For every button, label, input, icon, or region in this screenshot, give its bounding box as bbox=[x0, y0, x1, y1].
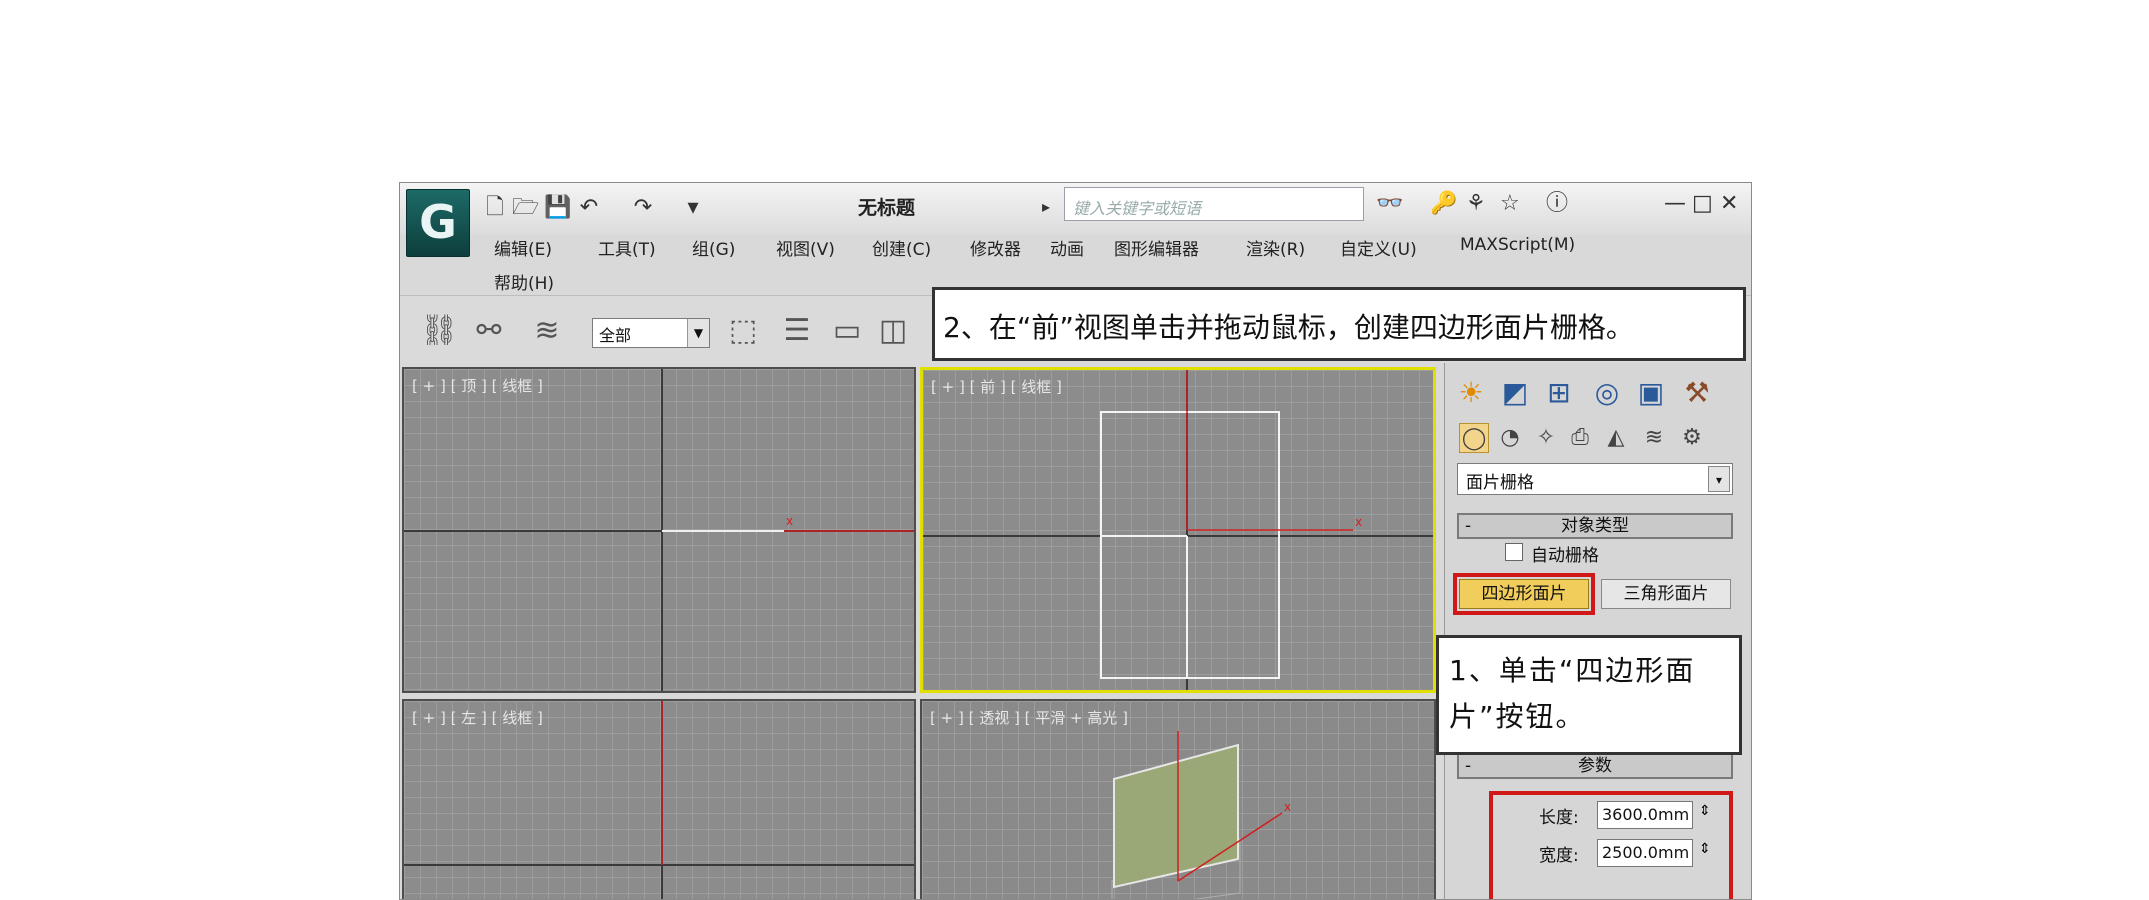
chevron-down-icon[interactable]: ▾ bbox=[1708, 466, 1730, 492]
select-object-icon[interactable]: ⬚ bbox=[722, 310, 764, 352]
modify-tab-icon[interactable]: ◩ bbox=[1495, 373, 1535, 413]
bind-space-warp-icon[interactable]: ≋ bbox=[526, 310, 568, 352]
systems-category-icon[interactable]: ⚙ bbox=[1677, 423, 1707, 453]
spinner-icon[interactable]: ⇕ bbox=[1699, 841, 1711, 857]
favorites-icon[interactable]: ☆ bbox=[1500, 191, 1520, 217]
minimize-button[interactable]: — bbox=[1664, 191, 1686, 217]
link-icon[interactable]: ⛓ bbox=[418, 310, 460, 352]
menu-animation[interactable]: 动画 bbox=[1050, 235, 1084, 260]
redo-icon[interactable]: ↷ bbox=[630, 195, 656, 221]
object-category-value: 面片栅格 bbox=[1466, 473, 1534, 493]
window-crossing-icon[interactable]: ◫ bbox=[872, 310, 914, 352]
autogrid-checkbox[interactable] bbox=[1505, 543, 1523, 561]
geometry-category-icon[interactable]: ◯ bbox=[1459, 423, 1489, 453]
svg-text:x: x bbox=[1284, 800, 1291, 814]
menu-tools[interactable]: 工具(T) bbox=[598, 235, 656, 260]
perspective-view-graphics: x bbox=[1111, 731, 1291, 899]
selection-filter-dropdown[interactable]: 全部 ▼ bbox=[592, 318, 710, 348]
search-expand-icon[interactable]: ▸ bbox=[1042, 197, 1050, 216]
create-tab-icon[interactable]: ☀ bbox=[1451, 373, 1491, 413]
key-icon[interactable]: 🔑 bbox=[1430, 191, 1457, 217]
callout-step2: 2、在“前”视图单击并拖动鼠标，创建四边形面片栅格。 bbox=[932, 287, 1746, 361]
communication-icon[interactable]: ⚘ bbox=[1466, 191, 1486, 217]
rectangular-selection-icon[interactable]: ▭ bbox=[826, 310, 868, 352]
menu-customize[interactable]: 自定义(U) bbox=[1340, 235, 1417, 260]
menu-rendering[interactable]: 渲染(R) bbox=[1246, 235, 1305, 260]
chevron-down-icon[interactable]: ▼ bbox=[687, 319, 709, 347]
cameras-category-icon[interactable]: ⎙ bbox=[1565, 423, 1595, 453]
viewport-front[interactable]: [ + ] [ 前 ] [ 线框 ] x bbox=[920, 367, 1436, 693]
callout-step1: 1、单击“四边形面片”按钮。 bbox=[1436, 635, 1742, 755]
tri-patch-button[interactable]: 三角形面片 bbox=[1601, 579, 1731, 609]
select-by-name-icon[interactable]: ☰ bbox=[776, 310, 818, 352]
utilities-tab-icon[interactable]: ⚒ bbox=[1677, 373, 1717, 413]
menu-maxscript[interactable]: MAXScript(M) bbox=[1460, 235, 1575, 255]
menu-create[interactable]: 创建(C) bbox=[872, 235, 931, 260]
helpers-category-icon[interactable]: ◭ bbox=[1601, 423, 1631, 453]
menu-group[interactable]: 组(G) bbox=[692, 235, 735, 260]
new-icon[interactable]: 🗋 bbox=[482, 195, 508, 221]
object-category-dropdown[interactable]: 面片栅格 ▾ bbox=[1457, 463, 1733, 495]
command-panel: ☀ ◩ ⊞ ◎ ▣ ⚒ ◯ ◔ ✧ ⎙ ◭ ≋ ⚙ 面片栅格 ▾ - 对象类型 … bbox=[1444, 363, 1751, 899]
collapse-icon[interactable]: - bbox=[1465, 515, 1471, 537]
menu-bar: 编辑(E) 工具(T) 组(G) 视图(V) 创建(C) 修改器 动画 图形编辑… bbox=[480, 229, 1740, 295]
display-tab-icon[interactable]: ▣ bbox=[1631, 373, 1671, 413]
rollout-object-type[interactable]: - 对象类型 bbox=[1457, 513, 1733, 539]
shapes-category-icon[interactable]: ◔ bbox=[1495, 423, 1525, 453]
length-field[interactable]: 3600.0mm bbox=[1597, 801, 1693, 829]
app-window: 🗋 🗁 💾 ↶ ↷ ▾ 无标题 ▸ 键入关键字或短语 👓 🔑 ⚘ ☆ ⓘ — □… bbox=[399, 182, 1752, 900]
search-input[interactable]: 键入关键字或短语 bbox=[1064, 187, 1364, 221]
width-field[interactable]: 2500.0mm bbox=[1597, 839, 1693, 867]
viewport-top[interactable]: [ + ] [ 顶 ] [ 线框 ] x bbox=[402, 367, 916, 693]
open-icon[interactable]: 🗁 bbox=[512, 195, 539, 221]
menu-help[interactable]: 帮助(H) bbox=[494, 269, 554, 294]
viewport-perspective[interactable]: [ + ] [ 透视 ] [ 平滑 + 高光 ] x bbox=[920, 699, 1436, 899]
unlink-icon[interactable]: ⚯ bbox=[468, 310, 510, 352]
document-title: 无标题 bbox=[858, 197, 916, 219]
lights-category-icon[interactable]: ✧ bbox=[1531, 423, 1561, 453]
menu-graph-editors[interactable]: 图形编辑器 bbox=[1114, 235, 1199, 260]
length-label: 长度: bbox=[1539, 808, 1579, 828]
selection-filter-value: 全部 bbox=[599, 326, 632, 345]
maximize-button[interactable]: □ bbox=[1692, 191, 1713, 217]
binoculars-icon[interactable]: 👓 bbox=[1376, 191, 1403, 217]
close-button[interactable]: ✕ bbox=[1720, 191, 1738, 217]
title-bar: 🗋 🗁 💾 ↶ ↷ ▾ 无标题 ▸ 键入关键字或短语 👓 🔑 ⚘ ☆ ⓘ — □… bbox=[400, 183, 1751, 235]
rollout-parameters-title: 参数 bbox=[1578, 756, 1612, 776]
space-warps-category-icon[interactable]: ≋ bbox=[1639, 423, 1669, 453]
help-icon[interactable]: ⓘ bbox=[1546, 191, 1568, 217]
top-view-graphics: x bbox=[404, 369, 914, 691]
rollout-object-type-title: 对象类型 bbox=[1561, 516, 1629, 536]
left-view-graphics bbox=[404, 701, 914, 899]
dropdown-icon[interactable]: ▾ bbox=[680, 195, 706, 221]
front-view-graphics: x bbox=[923, 370, 1433, 690]
hierarchy-tab-icon[interactable]: ⊞ bbox=[1539, 373, 1579, 413]
viewport-left[interactable]: [ + ] [ 左 ] [ 线框 ] bbox=[402, 699, 916, 899]
app-logo[interactable]: G bbox=[406, 189, 470, 257]
highlight-box-quad bbox=[1453, 573, 1595, 615]
menu-modifiers[interactable]: 修改器 bbox=[970, 235, 1021, 260]
menu-edit[interactable]: 编辑(E) bbox=[494, 235, 552, 260]
motion-tab-icon[interactable]: ◎ bbox=[1587, 373, 1627, 413]
spinner-icon[interactable]: ⇕ bbox=[1699, 803, 1711, 819]
undo-icon[interactable]: ↶ bbox=[576, 195, 602, 221]
menu-views[interactable]: 视图(V) bbox=[776, 235, 835, 260]
collapse-icon[interactable]: - bbox=[1465, 755, 1471, 777]
autogrid-label: 自动栅格 bbox=[1531, 546, 1599, 566]
width-label: 宽度: bbox=[1539, 846, 1579, 866]
save-icon[interactable]: 💾 bbox=[544, 195, 571, 221]
svg-text:x: x bbox=[1355, 515, 1362, 529]
rollout-parameters[interactable]: - 参数 bbox=[1457, 753, 1733, 779]
svg-text:x: x bbox=[786, 514, 793, 528]
